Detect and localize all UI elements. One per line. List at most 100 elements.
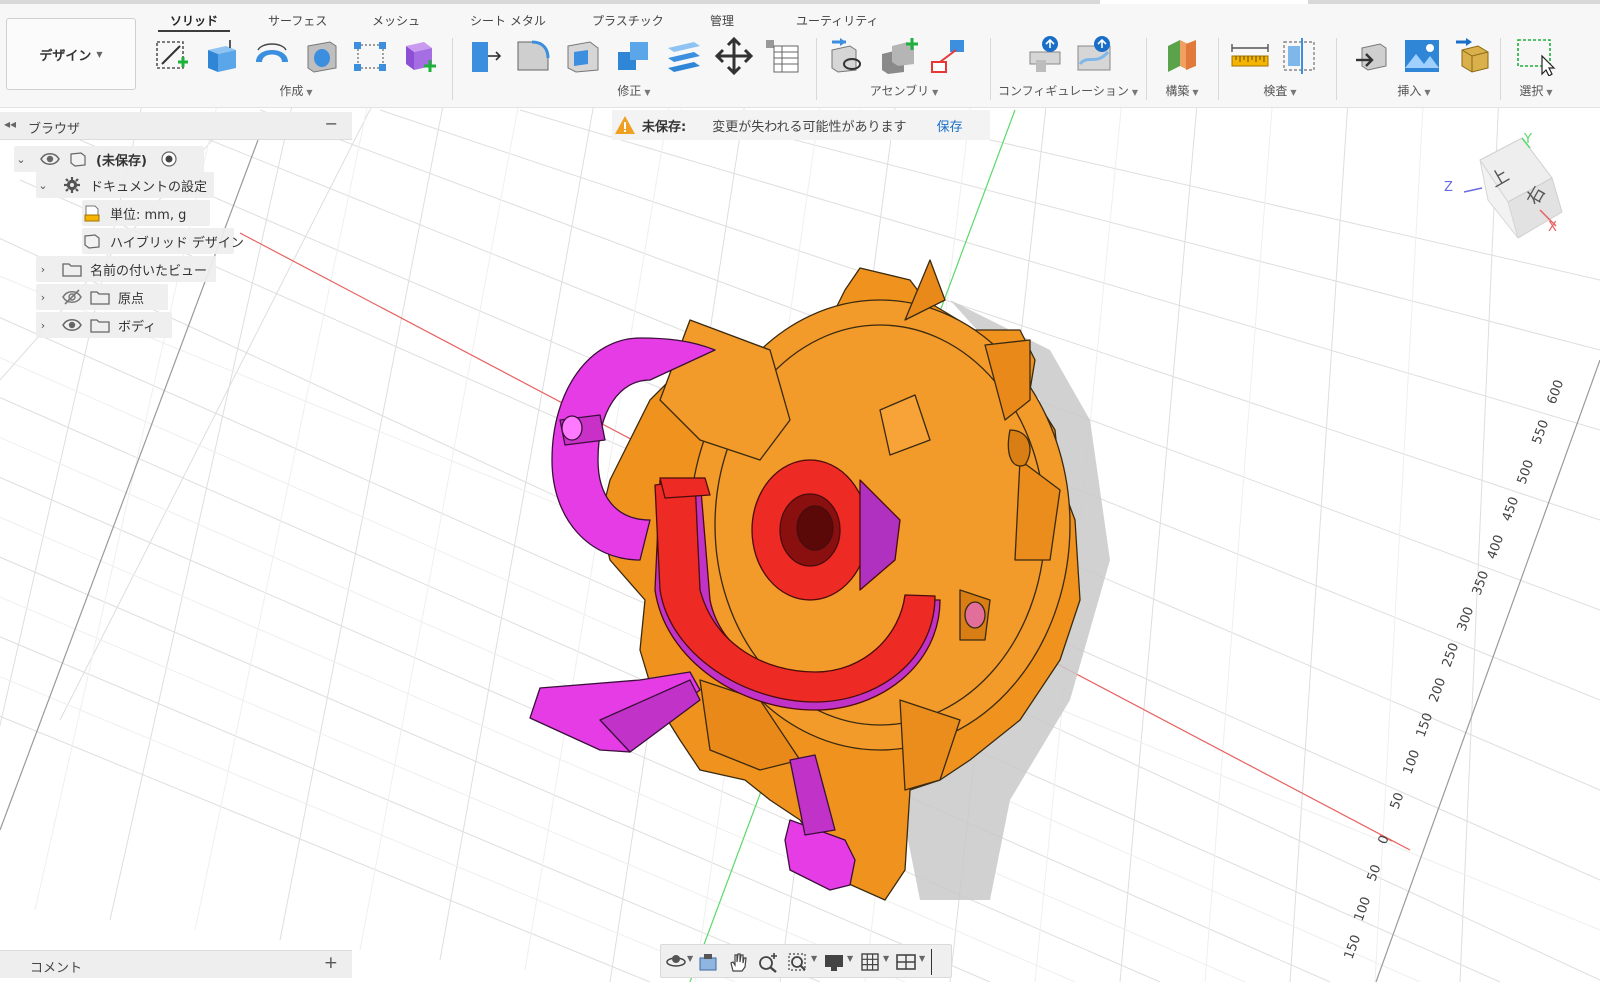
chevron-right-icon[interactable]: › (36, 263, 50, 276)
tab-mesh[interactable]: メッシュ (372, 12, 420, 29)
view-cube[interactable]: Z Y X 上 右 (1444, 130, 1600, 250)
group-construct[interactable]: 構築 ▼ (1165, 82, 1198, 99)
insert-canvas-button[interactable] (1402, 36, 1442, 76)
group-insert[interactable]: 挿入 ▼ (1397, 82, 1430, 99)
tab-surface[interactable]: サーフェス (268, 12, 327, 29)
configure-table-button[interactable] (1076, 36, 1116, 76)
insert-derive-button[interactable] (1352, 36, 1392, 76)
tree-root[interactable]: ⌄ (未保存) (14, 146, 204, 172)
viewports-button[interactable] (895, 951, 919, 973)
axis-z-label: Z (1444, 180, 1453, 195)
svg-text:300: 300 (1455, 605, 1478, 633)
add-comment-button[interactable]: + (324, 953, 338, 973)
move-copy-button[interactable] (714, 36, 754, 76)
unsaved-message: 変更が失われる可能性があります (712, 119, 907, 135)
fit-button[interactable] (787, 951, 811, 973)
svg-text:100: 100 (1352, 895, 1375, 923)
grid-settings-button[interactable] (859, 951, 883, 973)
chevron-down-icon[interactable]: ⌄ (36, 179, 50, 192)
eye-icon[interactable] (40, 150, 60, 168)
tree-item-label: 原点 (118, 291, 145, 307)
chevron-right-icon[interactable]: › (36, 291, 50, 304)
group-configure-label: コンフィギュレーション (997, 84, 1129, 98)
extrude-button[interactable] (202, 36, 242, 76)
tree-item-origin[interactable]: › 原点 (36, 284, 168, 310)
group-modify[interactable]: 修正 ▼ (617, 82, 650, 99)
new-component-button[interactable] (878, 36, 918, 76)
svg-text:500: 500 (1515, 458, 1538, 486)
parameters-table-icon (766, 40, 799, 73)
units-icon (82, 204, 102, 222)
group-inspect[interactable]: 検査 ▼ (1263, 82, 1296, 99)
tab-manage[interactable]: 管理 (710, 12, 734, 29)
warning-icon (615, 116, 635, 134)
chevron-down-icon[interactable]: ▼ (687, 954, 693, 963)
svg-text:600: 600 (1545, 378, 1568, 406)
svg-text:200: 200 (1427, 676, 1450, 704)
eye-hidden-icon[interactable] (62, 288, 82, 306)
chevron-down-icon[interactable]: ▼ (919, 954, 925, 963)
tab-solid[interactable]: ソリッド (170, 12, 218, 29)
tree-item-hybrid-design[interactable]: ハイブリッド デザイン (82, 228, 244, 254)
comments-title: コメント (30, 961, 83, 976)
group-assemble[interactable]: アセンブリ ▼ (870, 82, 939, 99)
pattern-button[interactable] (350, 36, 390, 76)
look-at-button[interactable] (697, 951, 721, 973)
chevron-down-icon[interactable]: ▼ (883, 954, 889, 963)
new-component-icon (882, 38, 918, 74)
save-link[interactable]: 保存 (937, 116, 963, 135)
group-configure[interactable]: コンフィギュレーション ▼ (998, 82, 1138, 99)
split-body-button[interactable] (664, 36, 704, 76)
minimize-browser-button[interactable]: − (325, 114, 338, 133)
browser-panel-header: ◂◂ ブラウザ − (0, 112, 352, 140)
collapse-panel-icon[interactable]: ◂◂ (4, 117, 16, 131)
folder-icon (90, 288, 110, 306)
create-sketch-button[interactable] (152, 36, 192, 76)
zoom-button[interactable] (757, 951, 781, 973)
combine-button[interactable] (614, 36, 654, 76)
chevron-right-icon[interactable]: › (36, 319, 50, 332)
pan-button[interactable] (727, 951, 751, 973)
design-canvas[interactable]: 600 550 500 450 400 350 300 250 200 150 … (0, 0, 1600, 982)
create-form-button[interactable] (400, 36, 440, 76)
insert-mesh-button[interactable] (1452, 36, 1492, 76)
tree-item-units[interactable]: 単位: mm, g (82, 200, 210, 226)
workspace-switcher[interactable]: デザイン ▼ (6, 18, 136, 90)
tab-plastic[interactable]: プラスチック (592, 12, 664, 29)
fillet-button[interactable] (514, 36, 554, 76)
revolve-button[interactable] (252, 36, 292, 76)
tab-sheet-metal[interactable]: シート メタル (470, 12, 546, 29)
configure-button[interactable] (1026, 36, 1066, 76)
folder-icon (90, 316, 110, 334)
tree-item-document-settings[interactable]: ⌄ ドキュメントの設定 (36, 172, 214, 198)
select-button[interactable] (1516, 36, 1556, 76)
joint-button[interactable] (828, 36, 868, 76)
change-parameters-button[interactable] (762, 36, 802, 76)
group-select[interactable]: 選択 ▼ (1519, 82, 1552, 99)
rigid-group-button[interactable] (928, 36, 968, 76)
eye-icon[interactable] (62, 316, 82, 334)
section-analysis-button[interactable] (1280, 36, 1320, 76)
group-create-label: 作成 (279, 84, 304, 98)
measure-icon (1231, 44, 1269, 67)
hole-button[interactable] (302, 36, 342, 76)
chevron-down-icon[interactable]: ▼ (811, 954, 817, 963)
browser-title: ブラウザ (28, 122, 81, 137)
activate-radio-icon[interactable] (159, 150, 179, 168)
press-pull-icon (472, 42, 502, 72)
display-settings-button[interactable] (823, 951, 847, 973)
offset-plane-button[interactable] (1162, 36, 1202, 76)
tree-item-named-views[interactable]: › 名前の付いたビュー (36, 256, 216, 282)
tree-item-bodies[interactable]: › ボディ (36, 312, 172, 338)
measure-button[interactable] (1230, 36, 1270, 76)
orbit-button[interactable] (665, 951, 689, 973)
press-pull-button[interactable] (464, 36, 504, 76)
group-inspect-label: 検査 (1263, 84, 1288, 98)
chevron-down-icon[interactable]: ▼ (847, 954, 853, 963)
group-create[interactable]: 作成 ▼ (279, 82, 312, 99)
shell-button[interactable] (564, 36, 604, 76)
sketch-icon (156, 41, 188, 69)
toolbar-separator (1146, 38, 1147, 100)
chevron-down-icon[interactable]: ⌄ (14, 153, 28, 166)
tab-utilities[interactable]: ユーティリティ (796, 12, 879, 29)
